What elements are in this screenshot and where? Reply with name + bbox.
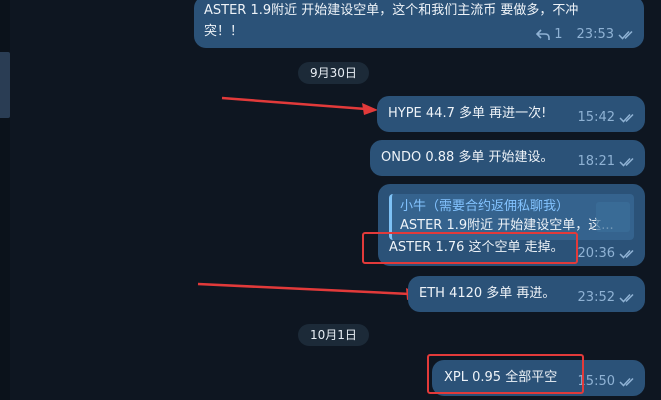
double-check-icon (619, 376, 637, 388)
double-check-icon (619, 156, 637, 168)
double-check-icon (619, 248, 637, 260)
annotation-arrow-icon (197, 282, 422, 300)
message-meta: 18:21 (578, 152, 637, 172)
double-check-icon (619, 292, 637, 304)
reply-author: 小牛（需要合约返佣私聊我） (400, 199, 570, 214)
message-text: ONDO 0.88 多单 开始建设。 (381, 150, 554, 165)
message-meta: 23:52 (578, 288, 637, 308)
message-time: 18:21 (577, 154, 615, 169)
message-bubble-aster-short[interactable]: ASTER 1.9附近 开始建设空单，这个和我们主流币 要做多，不冲 突！！ 1… (194, 0, 644, 48)
reply-arrow-icon[interactable] (536, 29, 551, 41)
chat-list-scrollbar[interactable] (0, 0, 10, 400)
reply-thumbnail (596, 202, 630, 232)
annotation-box (427, 354, 584, 394)
annotation-box (362, 232, 578, 264)
double-check-icon (618, 29, 636, 41)
message-time: 15:42 (577, 110, 615, 125)
double-check-icon (619, 112, 637, 124)
message-text-continued: 突！！ (204, 24, 244, 39)
message-meta: 15:42 (578, 108, 637, 128)
message-meta: 20:36 (578, 244, 637, 264)
message-text: ETH 4120 多单 再进。 (419, 286, 556, 301)
annotation-arrow-icon (221, 96, 378, 115)
scrollbar-thumb[interactable] (0, 52, 10, 118)
message-bubble-ondo[interactable]: ONDO 0.88 多单 开始建设。 18:21 (370, 140, 645, 176)
date-separator: 10月1日 (298, 324, 369, 346)
reply-count: 1 (554, 27, 563, 42)
message-time: 23:53 (576, 27, 614, 42)
message-time: 23:52 (577, 290, 615, 305)
message-bubble-hype[interactable]: HYPE 44.7 多单 再进一次! 15:42 (377, 96, 645, 132)
date-separator: 9月30日 (298, 62, 369, 84)
message-text: HYPE 44.7 多单 再进一次! (388, 106, 547, 121)
message-meta: 1 23:53 (536, 25, 636, 45)
message-time: 20:36 (577, 246, 615, 261)
message-bubble-eth[interactable]: ETH 4120 多单 再进。 23:52 (408, 276, 645, 312)
message-text: ASTER 1.9附近 开始建设空单，这个和我们主流币 要做多，不冲 (204, 3, 579, 18)
message-meta: 15:50 (578, 372, 637, 392)
